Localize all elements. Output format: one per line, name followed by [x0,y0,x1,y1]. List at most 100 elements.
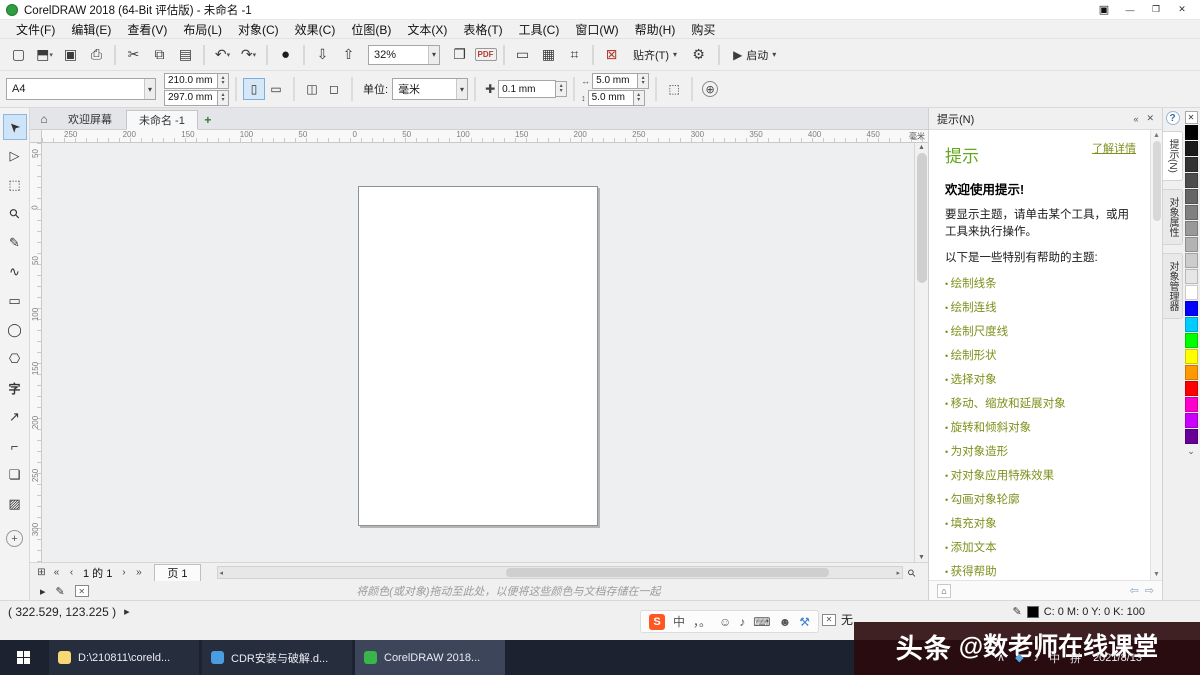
page-size-select[interactable]: A4 ▾ [6,78,156,100]
launcher-menu[interactable]: ▶ 启动 ▾ [727,43,782,67]
spinner[interactable]: ▴▾ [218,73,229,89]
cut-button[interactable]: ✂ [121,43,146,67]
tab-welcome-screen[interactable]: 欢迎屏幕 [56,109,124,129]
crop-tool[interactable]: ⬚ [3,172,27,198]
duplicate-x-input[interactable] [592,73,638,89]
drawing-canvas[interactable] [42,143,914,562]
connector-tool[interactable]: ⌐ [3,433,27,459]
palette-swatch[interactable] [1185,317,1198,332]
zoom-scrollbar-icon[interactable]: ⚲ [906,562,927,583]
palette-swatch[interactable] [1185,205,1198,220]
menu-item[interactable]: 窗口(W) [567,21,626,38]
punctuation-icon[interactable]: ，。 [693,613,711,630]
separator[interactable] [592,45,594,65]
separator[interactable] [114,45,116,65]
outline-pen-icon[interactable]: ✎ [56,585,65,598]
tips-topic-link[interactable]: 移动、缩放和延展对象 [945,395,1136,411]
show-guidelines-button[interactable]: ⌗ [562,43,587,67]
tips-topic-link[interactable]: 添加文本 [945,539,1136,555]
spinner[interactable]: ▴▾ [556,81,567,97]
separator[interactable] [503,45,505,65]
flyout-arrow-icon[interactable]: ▸ [40,585,46,598]
scroll-down-icon[interactable]: ▼ [1153,571,1160,578]
add-tools-button[interactable]: + [6,530,23,547]
spinner[interactable]: ▴▾ [634,90,645,106]
undo-button[interactable]: ↶ ▾ [210,43,235,67]
palette-swatch[interactable] [1185,413,1198,428]
ime-toolbox-icon[interactable]: ⚒ [799,615,810,629]
menu-item[interactable]: 对象(C) [230,21,287,38]
palette-swatch[interactable] [1185,333,1198,348]
menu-item[interactable]: 帮助(H) [627,21,684,38]
page-1-tab[interactable]: 页 1 [154,564,200,581]
menu-item[interactable]: 文件(F) [8,21,63,38]
polygon-tool[interactable]: ⎔ [3,346,27,372]
scrollbar-thumb[interactable] [917,153,927,283]
learn-more-link[interactable]: 了解详情 [1090,142,1136,167]
pdf-export-button[interactable]: PDF [473,43,498,67]
bezier-tool[interactable]: ∿ [3,259,27,285]
freehand-tool[interactable]: ✎ [3,230,27,256]
separator[interactable] [203,45,205,65]
palette-swatch[interactable] [1185,253,1198,268]
tips-topic-link[interactable]: 为对象造形 [945,443,1136,459]
docker-collapse-icon[interactable]: « [1133,114,1138,124]
options-button[interactable]: ⚙ [686,43,711,67]
scroll-up-icon[interactable]: ▲ [1153,132,1160,139]
new-document-button[interactable]: ▢ [6,43,31,67]
last-page-button[interactable]: » [131,565,146,580]
palette-swatch[interactable] [1185,237,1198,252]
tab-untitled-document[interactable]: 未命名 -1 [126,110,198,130]
docker-close-icon[interactable]: ✕ [1146,113,1154,124]
menu-item[interactable]: 布局(L) [175,21,230,38]
taskbar-item-browser[interactable]: CDR安装与破解.d... [202,640,352,675]
save-button[interactable]: ▣ [58,43,83,67]
start-button[interactable] [0,640,46,675]
vertical-scrollbar[interactable]: ▲ ▼ [914,143,928,562]
copy-button[interactable]: ⧉ [147,43,172,67]
portrait-button[interactable]: ▯ [243,78,265,100]
tips-forward-icon[interactable]: ⇨ [1145,584,1154,597]
new-tab-button[interactable]: + [200,111,216,129]
quick-customize-icon[interactable]: ⊕ [702,81,718,97]
taskbar-clock[interactable]: 2021/8/13 [1093,652,1142,664]
hidden-icons-chevron[interactable]: ∧ [997,651,1005,664]
menu-item[interactable]: 工具(C) [511,21,568,38]
units-select[interactable]: 毫米 ▾ [392,78,468,100]
scrollbar-thumb[interactable] [506,568,829,577]
horizontal-scrollbar[interactable]: ◂ ▸ [217,566,903,579]
tips-topic-link[interactable]: 勾画对象轮廓 [945,491,1136,507]
tips-topic-link[interactable]: 获得帮助 [945,563,1136,579]
pick-tool[interactable]: ➤ [3,114,27,140]
palette-swatch[interactable] [1185,269,1198,284]
menu-item[interactable]: 购买 [683,21,723,38]
palette-swatch[interactable] [1185,429,1198,444]
tips-topic-link[interactable]: 选择对象 [945,371,1136,387]
ime-mode-tray-icon[interactable]: 中 [1049,650,1060,666]
taskbar-item-explorer[interactable]: D:\210811\coreld... [49,640,199,675]
import-button[interactable]: ⇩ [310,43,335,67]
tips-topic-link[interactable]: 绘制连线 [945,299,1136,315]
treat-as-filled-button[interactable]: ⬚ [663,78,685,100]
tips-topic-link[interactable]: 填充对象 [945,515,1136,531]
security-tray-icon[interactable]: ◆ [1015,651,1023,664]
volume-tray-icon[interactable]: ♪ [1034,652,1040,664]
zoom-tool[interactable]: ⚲ [3,201,27,227]
emoji-icon[interactable]: ☺ [719,615,731,629]
current-page-button[interactable]: ◻ [323,78,345,100]
ime-tray-icon[interactable]: 拼 [1070,650,1081,666]
landscape-button[interactable]: ▭ [265,78,287,100]
prev-page-button[interactable]: ‹ [64,565,79,580]
close-button[interactable]: ✕ [1170,1,1194,18]
spinner[interactable]: ▴▾ [218,90,229,106]
menu-item[interactable]: 文本(X) [399,21,455,38]
scroll-right-icon[interactable]: ▸ [896,569,900,577]
app-window-icon[interactable]: ▣ [1092,1,1116,18]
show-grid-button[interactable]: ▦ [536,43,561,67]
first-page-button[interactable]: « [49,565,64,580]
next-page-button[interactable]: › [116,565,131,580]
dimension-tool[interactable]: ↗ [3,404,27,430]
spinner[interactable]: ▴▾ [638,73,649,89]
palette-swatch[interactable] [1185,349,1198,364]
export-button[interactable]: ⇧ [336,43,361,67]
